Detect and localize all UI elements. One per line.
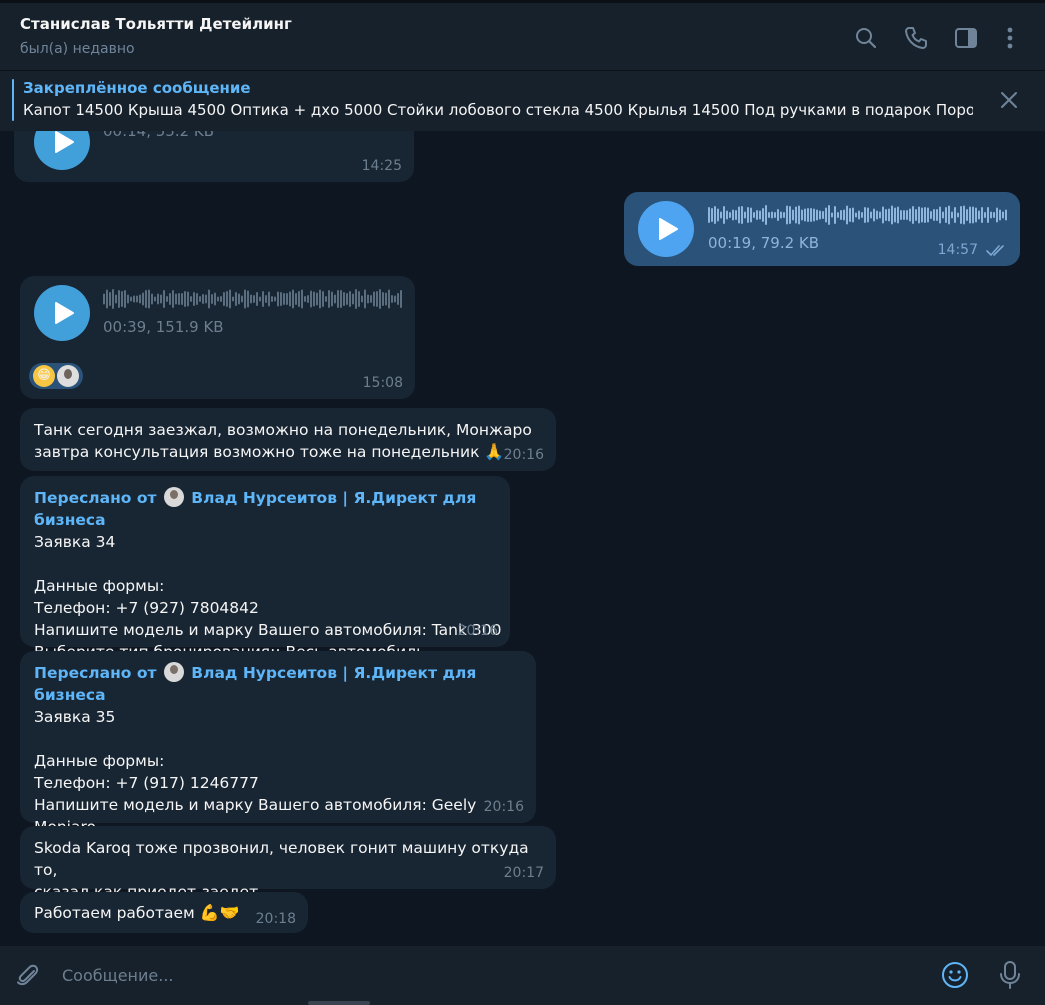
message-time: 20:16 [503,447,544,463]
text-message: Работаем работаем 💪🤝 20:18 [20,892,308,933]
close-icon[interactable] [998,89,1020,111]
search-icon[interactable] [853,25,879,51]
pray-emoji: 🙏 [484,442,505,461]
composer [0,946,1045,1005]
reaction-badge[interactable]: 😁 [29,363,83,389]
play-button[interactable] [34,131,90,170]
forwarded-message: Переслано от Влад Нурсеитов | Я.Директ д… [20,651,536,858]
avatar [163,487,184,507]
emoji: 💪🤝 [199,903,240,922]
message-time: 20:18 [255,911,296,927]
avatar [163,662,184,682]
voice-meta: 00:14, 55.2 KB [103,131,215,140]
reaction-emoji: 😁 [33,365,55,387]
forward-header[interactable]: Переслано от Влад Нурсеитов | Я.Директ д… [34,487,476,529]
avatar [57,365,79,387]
message-text: Переслано от Влад Нурсеитов | Я.Директ д… [34,487,502,661]
chat-status: был(а) недавно [20,41,135,57]
play-icon [659,218,678,240]
microphone-icon[interactable] [997,960,1023,990]
text-message: Skoda Karoq тоже прозвонил, человек гони… [20,826,556,901]
message-time: 20:16 [483,799,524,815]
play-button[interactable] [638,201,694,257]
pinned-message[interactable]: Закреплённое сообщение Капот 14500 Крыша… [0,70,1045,131]
message-time: 20:17 [503,865,544,881]
sidebar-toggle-icon[interactable] [953,25,979,51]
more-vertical-icon[interactable] [997,25,1023,51]
chat-window: Станислав Тольятти Детейлинг был(а) неда… [0,0,1045,1005]
message-input[interactable] [62,958,922,992]
play-button[interactable] [34,285,90,341]
waveform[interactable] [103,289,403,309]
voice-message: 00:14, 55.2 KB 14:25 [14,131,414,182]
message-time: 14:25 [361,158,402,174]
chat-title[interactable]: Станислав Тольятти Детейлинг [20,15,292,33]
play-icon [55,302,74,324]
emoji-icon[interactable] [940,960,970,990]
pinned-accent-bar [12,79,14,121]
message-list[interactable]: 00:14, 55.2 KB 14:25 00:19, 79.2 KB 14:5… [0,131,1045,946]
voice-meta: 00:39, 151.9 KB [103,318,224,336]
double-check-icon [986,242,1008,257]
waveform[interactable] [708,205,1008,225]
resize-handle[interactable] [308,1001,370,1005]
message-time: 14:57 [937,242,978,258]
message-text: Танк сегодня заезжал, возможно на понеде… [34,421,532,461]
text-message: Танк сегодня заезжал, возможно на понеде… [20,408,556,471]
play-icon [55,131,74,153]
voice-message: 00:39, 151.9 KB 😁 15:08 [20,276,415,399]
message-time: 20:16 [457,623,498,639]
voice-message-outgoing: 00:19, 79.2 KB 14:57 [624,192,1020,266]
forwarded-message: Переслано от Влад Нурсеитов | Я.Директ д… [20,476,510,661]
voice-meta: 00:19, 79.2 KB [708,234,820,252]
pinned-title: Закреплённое сообщение [23,79,251,97]
phone-icon[interactable] [903,25,929,51]
chat-header: Станислав Тольятти Детейлинг был(а) неда… [0,0,1045,70]
message-time: 15:08 [362,375,403,391]
pinned-text: Капот 14500 Крыша 4500 Оптика + дхо 5000… [23,101,973,119]
forward-header[interactable]: Переслано от Влад Нурсеитов | Я.Директ д… [34,662,476,704]
paperclip-icon[interactable] [14,962,42,990]
message-text: Работаем работаем 💪🤝 [34,903,240,922]
